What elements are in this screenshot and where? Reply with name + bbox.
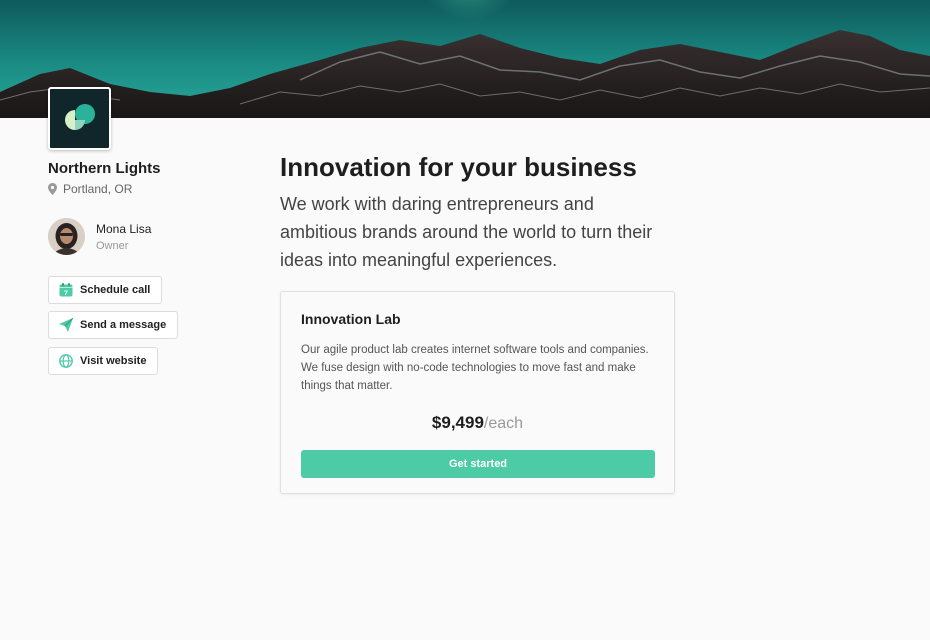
- avatar[interactable]: [48, 218, 85, 255]
- price-unit: /each: [483, 415, 524, 432]
- schedule-call-label: Schedule call: [80, 284, 151, 296]
- company-logo: [48, 87, 111, 150]
- offer-description: Our agile product lab creates internet s…: [301, 344, 649, 392]
- company-name: Northern Lights: [48, 160, 161, 177]
- get-started-button[interactable]: Get started: [301, 450, 655, 478]
- owner-profile[interactable]: Mona Lisa Owner: [48, 218, 151, 255]
- company-location: Portland, OR: [48, 182, 132, 196]
- owner-role: Owner: [96, 239, 129, 252]
- globe-icon: [59, 354, 73, 368]
- owner-name: Mona Lisa: [96, 221, 152, 236]
- schedule-call-button[interactable]: 7 Schedule call: [48, 276, 163, 304]
- page-tagline: We work with daring entrepreneurs and am…: [280, 194, 653, 270]
- header-banner-image: [0, 0, 930, 118]
- send-message-button[interactable]: Send a message: [48, 311, 179, 339]
- location-pin-icon: [48, 183, 57, 195]
- offer-card: Innovation Lab Our agile product lab cre…: [280, 291, 675, 494]
- visit-website-button[interactable]: Visit website: [48, 347, 159, 375]
- svg-text:7: 7: [64, 290, 68, 297]
- page-title: Innovation for your business: [280, 152, 637, 182]
- location-text: Portland, OR: [63, 182, 133, 196]
- offer-title: Innovation Lab: [301, 311, 401, 327]
- calendar-icon: 7: [59, 283, 73, 297]
- send-message-label: Send a message: [80, 319, 167, 331]
- paper-plane-icon: [59, 318, 73, 332]
- price-amount: $9,499: [431, 413, 484, 432]
- offer-price: $9,499/each: [281, 413, 674, 433]
- visit-website-label: Visit website: [80, 355, 147, 367]
